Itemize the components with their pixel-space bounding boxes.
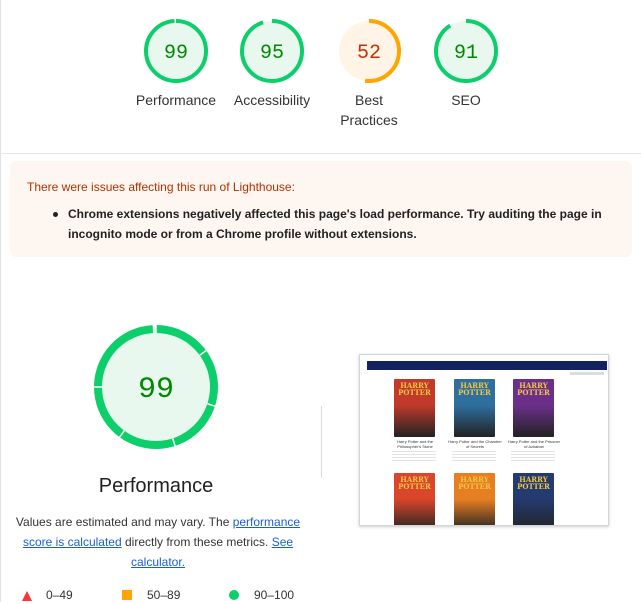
gauge-performance[interactable]: 99 Performance — [126, 18, 226, 110]
book-cover-image: HARRY POTTER — [394, 379, 435, 437]
performance-gauge: 99 — [94, 325, 218, 449]
thumbnail-subheader — [570, 372, 604, 375]
runtime-warning-box: There were issues affecting this run of … — [10, 161, 632, 257]
gauge-ring: 91 — [434, 19, 498, 83]
gauge-score: 99 — [164, 42, 188, 65]
legend-range-fail: 0–49 — [46, 588, 73, 602]
performance-title: Performance — [98, 475, 214, 497]
book-cover-title: HARRY POTTER — [458, 475, 491, 491]
gauge-score: 52 — [357, 42, 381, 65]
circle-icon — [229, 590, 239, 600]
book-cover-title: HARRY POTTER — [517, 475, 550, 491]
gauge-score: 91 — [454, 42, 478, 65]
warning-item: Chrome extensions negatively affected th… — [27, 205, 614, 244]
gauge-ring: 99 — [144, 19, 208, 83]
thumbnail-header-bar — [367, 361, 607, 370]
book-cover-title: HARRY POTTER — [517, 381, 550, 397]
book-description-lines — [392, 451, 436, 461]
gauge-label: Performance — [135, 92, 217, 108]
performance-description: Values are estimated and may vary. The p… — [10, 512, 306, 572]
book-cover-image: HARRY POTTER — [513, 473, 554, 525]
book-cover-title: HARRY POTTER — [398, 475, 431, 491]
legend-range-pass: 90–100 — [254, 588, 295, 602]
book-cover-image: HARRY POTTER — [394, 473, 435, 525]
book-cover-image: HARRY POTTER — [454, 473, 495, 525]
book-description-lines — [452, 451, 496, 461]
book-cover-image: HARRY POTTER — [454, 379, 495, 437]
book-cover-title: HARRY POTTER — [458, 381, 491, 397]
book-cover-image: HARRY POTTER — [513, 379, 554, 437]
section-divider — [0, 153, 641, 154]
warning-title: There were issues affecting this run of … — [27, 180, 295, 194]
gauge-label: Best Practices — [340, 92, 398, 128]
square-icon — [122, 590, 132, 600]
book-caption: Harry Potter and the Prisoner of Azkaban — [507, 439, 561, 449]
category-gauges: 99 Performance 95 Accessibility 52 Best … — [0, 18, 641, 158]
gauge-ring: 95 — [240, 19, 304, 83]
vertical-divider — [321, 406, 322, 478]
book-caption: Harry Potter and the Philosopher's Stone — [396, 439, 434, 449]
legend-range-average: 50–89 — [147, 588, 181, 602]
desc-middle: directly from these metrics. — [121, 535, 272, 549]
triangle-icon — [22, 591, 32, 601]
book-description-lines — [511, 451, 555, 461]
performance-score: 99 — [138, 373, 174, 407]
gauge-accessibility[interactable]: 95 Accessibility — [222, 18, 322, 110]
book-caption: Harry Potter and the Chamber of Secrets — [448, 439, 502, 449]
gauge-seo[interactable]: 91 SEO — [416, 18, 516, 110]
gauge-label: SEO — [451, 92, 481, 108]
gauge-ring: 52 — [337, 19, 401, 83]
book-cover-title: HARRY POTTER — [398, 381, 431, 397]
gauge-score: 95 — [260, 42, 284, 65]
gauge-label: Accessibility — [233, 92, 311, 108]
desc-prefix: Values are estimated and may vary. The — [15, 515, 233, 529]
gauge-best-practices[interactable]: 52 Best Practices — [319, 18, 419, 130]
final-screenshot-thumbnail[interactable]: HARRY POTTER Harry Potter and the Philoso… — [359, 354, 609, 526]
